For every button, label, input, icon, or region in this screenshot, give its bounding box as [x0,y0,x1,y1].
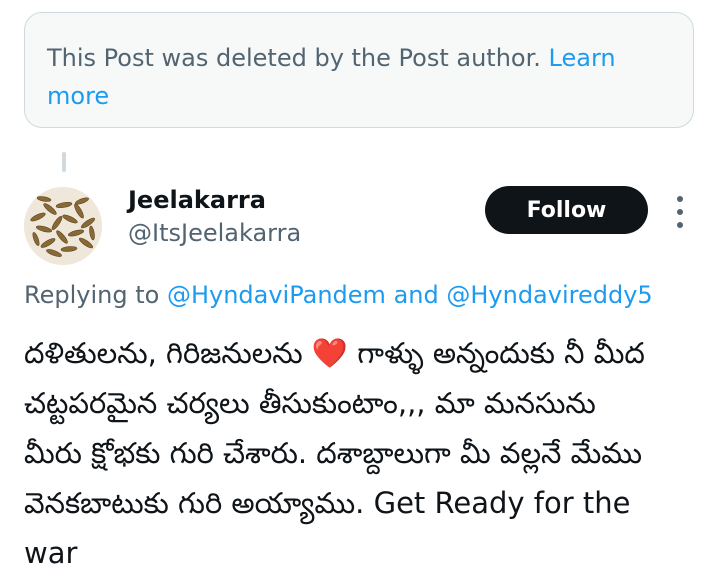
thread-connector-line [62,152,66,172]
replying-prefix: Replying to [24,281,160,309]
follow-button[interactable]: Follow [485,186,648,234]
mention-link-hyndavireddy5[interactable]: @Hyndavireddy5 [446,281,652,309]
tweet-line: వెనకబాటుకు గురి అయ్యాము. Get Ready for t… [24,486,631,520]
tweet-line: చట్టపరమైన చర్యలు తీసుకుంటాం,,, మా మనసును [24,386,596,420]
deleted-notice-text: This Post was deleted by the Post author… [47,44,541,72]
more-vertical-icon[interactable] [668,196,692,228]
tweet-line: war [24,536,78,570]
replying-and: and [393,281,439,309]
mention-link-hyndavipandem[interactable]: @HyndaviPandem [167,281,386,309]
cumin-seeds-avatar-image [24,187,102,265]
display-name[interactable]: Jeelakarra [128,184,266,216]
tweet-line: దళితులను, గిరిజనులను ❤️ గాళ్ళు అన్నందుకు… [24,336,645,370]
deleted-post-notice: This Post was deleted by the Post author… [24,12,694,128]
avatar[interactable] [24,187,102,265]
replying-to: Replying to @HyndaviPandem and @Hyndavir… [24,279,653,311]
tweet-text: దళితులను, గిరిజనులను ❤️ గాళ్ళు అన్నందుకు… [24,328,700,578]
user-handle[interactable]: @ItsJeelakarra [128,217,301,249]
tweet-line: మీరు క్షోభకు గురి చేశారు. దశాబ్దాలుగా మీ… [24,436,643,470]
